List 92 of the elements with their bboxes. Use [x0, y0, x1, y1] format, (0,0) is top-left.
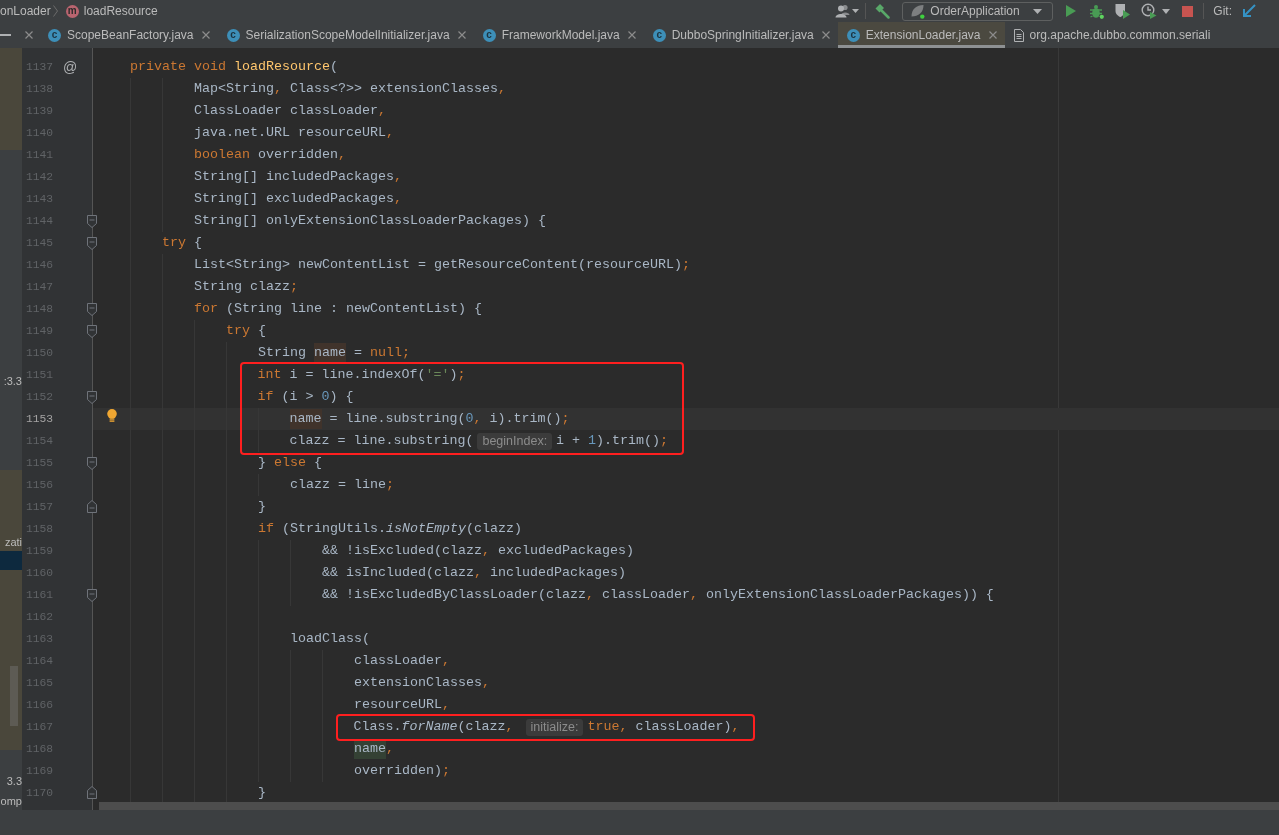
code-text: name,	[354, 739, 394, 759]
code-text: i + 1).trim();	[556, 432, 669, 450]
file-icon	[1013, 28, 1024, 42]
code-text: Class.forName(clazz,	[353, 718, 515, 736]
fold-marker-icon[interactable]	[87, 215, 97, 228]
caret-icon[interactable]	[1162, 8, 1171, 14]
lightbulb-icon[interactable]	[107, 409, 117, 422]
code-text: resourceURL,	[354, 696, 450, 714]
shield-play-icon[interactable]	[1114, 3, 1131, 19]
class-icon: c	[482, 28, 496, 42]
code-text: true, classLoader),	[587, 718, 740, 736]
editor-tab[interactable]: c ScopeBeanFactory.java	[39, 22, 218, 48]
code-text: }	[258, 498, 266, 516]
code-text: if (StringUtils.isNotEmpty(clazz)	[258, 520, 522, 538]
code-text: java.net.URL resourceURL,	[194, 124, 394, 142]
editor-tab[interactable]: c SerializationScopeModelInitializer.java	[217, 22, 474, 48]
fold-marker-icon[interactable]	[87, 589, 97, 602]
code-text: String[] onlyExtensionClassLoaderPackages) {	[194, 212, 546, 230]
fold-marker-icon[interactable]	[87, 237, 97, 250]
code-text: String[] includedPackages,	[194, 168, 402, 186]
editor-tab[interactable]: c DubboSpringInitializer.java	[643, 22, 838, 48]
class-icon: c	[652, 28, 666, 42]
code-text: clazz = line.substring(	[289, 432, 474, 450]
editor-tab[interactable]: c ExtensionLoader.java	[837, 22, 1005, 48]
code-text: classLoader,	[354, 652, 450, 670]
vcs-label: Git:	[1213, 3, 1232, 20]
code-text: clazz = line;	[290, 476, 394, 494]
chevron-right-icon	[52, 5, 58, 17]
close-icon[interactable]	[201, 31, 210, 39]
parameter-hint: beginIndex:	[477, 432, 553, 450]
people-icon[interactable]	[835, 4, 851, 18]
fold-marker-icon[interactable]	[87, 500, 97, 513]
code-text: if (i > 0) {	[257, 388, 354, 406]
clock-play-icon[interactable]	[1141, 3, 1158, 19]
code-text: for (String line : newContentList) {	[194, 300, 482, 318]
play-icon[interactable]	[1066, 5, 1077, 17]
code-text: extensionClasses,	[354, 674, 490, 692]
code-text: try {	[162, 234, 202, 252]
at-sign-icon[interactable]: @	[63, 59, 78, 75]
fold-marker-icon[interactable]	[87, 786, 97, 799]
vertical-scrollbar[interactable]	[10, 666, 18, 726]
code-text: String name = null;	[258, 343, 410, 363]
method-icon: m	[65, 4, 79, 18]
hammer-icon[interactable]	[874, 3, 891, 19]
code-text: && !isExcluded(clazz, excludedPackages)	[322, 542, 634, 560]
code-text: String clazz;	[194, 278, 298, 296]
panel-label: :3.3	[3, 374, 22, 388]
close-icon[interactable]	[988, 31, 997, 39]
class-icon: c	[226, 28, 240, 42]
panel-label: omp	[0, 794, 22, 808]
horizontal-scrollbar[interactable]	[99, 802, 1279, 810]
code-text: int i = line.indexOf('=');	[257, 366, 466, 384]
leaf-icon	[910, 3, 926, 19]
class-icon: c	[48, 28, 61, 42]
code-text: String[] excludedPackages,	[194, 190, 402, 208]
panel-label: zati	[4, 535, 22, 550]
fold-marker-icon[interactable]	[87, 391, 97, 404]
code-text: Map<String, Class<?>> extensionClasses,	[194, 80, 506, 98]
code-text: private void loadResource(	[130, 58, 338, 76]
arrow-down-left-icon[interactable]	[1242, 4, 1256, 18]
caret-icon[interactable]	[1033, 8, 1043, 14]
line-number: 1153	[24, 411, 53, 427]
parameter-hint: initialize:	[525, 718, 584, 736]
close-icon[interactable]	[457, 31, 466, 39]
fold-marker-icon[interactable]	[87, 325, 97, 338]
bug-icon[interactable]	[1089, 3, 1105, 19]
code-text: List<String> newContentList = getResourceContent(resourceURL);	[194, 256, 690, 274]
run-configuration-dropdown[interactable]: OrderApplication	[902, 1, 1054, 21]
close-icon[interactable]	[821, 31, 830, 39]
code-text: && isIncluded(clazz, includedPackages)	[322, 564, 626, 582]
breadcrumb-item[interactable]: onLoader	[0, 2, 51, 20]
breadcrumb-item[interactable]: loadResource	[83, 2, 158, 20]
code-text: overridden);	[354, 762, 450, 780]
code-text: try {	[226, 322, 266, 340]
caret-icon[interactable]	[852, 9, 860, 13]
selected-row	[0, 551, 22, 570]
close-icon[interactable]	[25, 31, 33, 39]
close-icon[interactable]	[627, 31, 636, 39]
code-text: boolean overridden,	[194, 146, 346, 164]
code-text: }	[258, 784, 266, 802]
code-text: name = line.substring(0, i).trim();	[289, 409, 570, 429]
editor-tab[interactable]: c FrameworkModel.java	[473, 22, 644, 48]
code-text: loadClass(	[290, 630, 370, 648]
code-text: && !isExcludedByClassLoader(clazz, classLoader, onlyExtensionClassLoaderPackages)) {	[322, 586, 994, 604]
code-text: } else {	[258, 454, 322, 472]
class-icon: c	[846, 28, 860, 42]
fold-marker-icon[interactable]	[87, 303, 97, 316]
stop-icon[interactable]	[1182, 5, 1194, 17]
panel-label: 3.3	[6, 774, 22, 788]
editor-tab[interactable]: org.apache.dubbo.common.seriali	[1004, 22, 1219, 48]
code-text: ClassLoader classLoader,	[194, 102, 386, 120]
fold-marker-icon[interactable]	[87, 457, 97, 470]
